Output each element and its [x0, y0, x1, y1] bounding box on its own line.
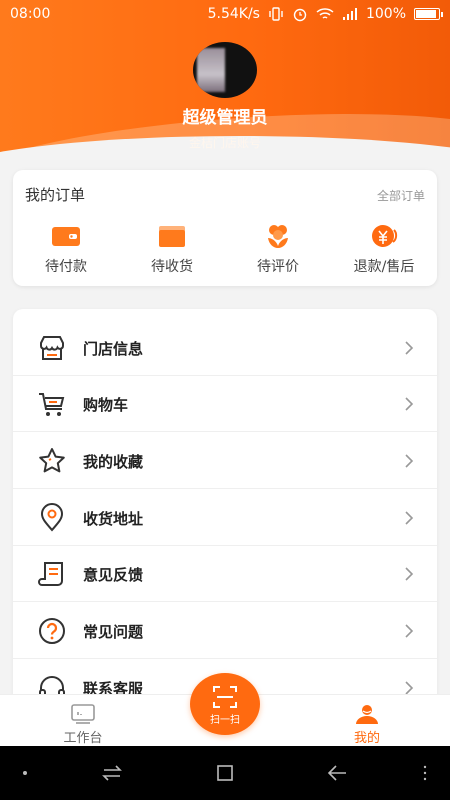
chevron-right-icon [405, 341, 414, 355]
system-nav-bar [0, 746, 450, 800]
battery-percent: 100% [365, 6, 406, 22]
dot-icon[interactable] [14, 762, 36, 784]
order-refund-aftersale[interactable]: 退款/售后 [331, 222, 437, 276]
workbench-icon [71, 704, 95, 724]
account-subtitle: 金桔门店账号 [188, 136, 261, 150]
menu-feedback-label: 意见反馈 [83, 566, 144, 584]
yen-refund-icon [372, 225, 398, 247]
chevron-right-icon [405, 454, 414, 468]
status-time: 08:00 [10, 6, 51, 22]
menu-address[interactable]: 收货地址 [13, 490, 437, 546]
order-refund-aftersale-label: 退款/售后 [353, 259, 415, 275]
tab-mine[interactable]: 我的 [292, 695, 442, 747]
menu-favorites[interactable]: 我的收藏 [13, 433, 437, 489]
menu-faq[interactable]: 常见问题 [13, 603, 437, 659]
scan-icon [213, 686, 237, 708]
location-pin-icon [40, 503, 64, 532]
vibrate-icon [269, 7, 283, 21]
menu-cart-label: 购物车 [83, 396, 129, 414]
star-icon [39, 448, 65, 473]
tab-mine-label: 我的 [353, 731, 380, 746]
switch-apps-icon[interactable] [101, 762, 123, 784]
menu-list: 门店信息 购物车 我的收藏 收货地址 意见反馈 常见问题 联系客服 [13, 309, 437, 709]
feedback-scroll-icon [38, 562, 63, 586]
package-icon [159, 226, 185, 247]
scan-label: 扫一扫 [210, 715, 240, 726]
question-icon [39, 618, 65, 644]
menu-faq-label: 常见问题 [83, 623, 144, 641]
order-pending-payment-label: 待付款 [45, 259, 87, 275]
order-pending-review[interactable]: 待评价 [225, 222, 331, 276]
menu-feedback[interactable]: 意见反馈 [13, 546, 437, 602]
my-orders-title: 我的订单 [25, 186, 86, 204]
my-orders-card: 我的订单 全部订单 待付款 待收货 待评价 退款/售后 [13, 170, 437, 286]
chevron-right-icon [405, 567, 414, 581]
username: 超级管理员 [182, 108, 268, 128]
wallet-icon [52, 227, 80, 246]
order-pending-review-label: 待评价 [257, 259, 299, 275]
alarm-icon [293, 8, 307, 22]
chevron-right-icon [405, 397, 414, 411]
back-icon[interactable] [326, 762, 348, 784]
order-pending-payment[interactable]: 待付款 [13, 222, 119, 276]
flower-icon [268, 225, 288, 248]
signal-icon [342, 8, 357, 20]
order-pending-receipt-label: 待收货 [151, 259, 193, 275]
home-square-icon[interactable] [214, 762, 236, 784]
profile-page: 08:00 5.54K/s 100% 超级管理员 金桔门店账号 我的订单 全部订… [0, 0, 450, 800]
chevron-right-icon [405, 511, 414, 525]
order-pending-receipt[interactable]: 待收货 [119, 222, 225, 276]
menu-dots-icon[interactable] [414, 762, 436, 784]
person-icon [356, 705, 378, 724]
tab-workbench[interactable]: 工作台 [8, 695, 158, 747]
scan-button[interactable]: 扫一扫 [190, 673, 260, 735]
menu-cart[interactable]: 购物车 [13, 376, 437, 432]
status-bar: 08:00 5.54K/s 100% [0, 0, 450, 28]
menu-favorites-label: 我的收藏 [83, 453, 144, 471]
menu-store-info[interactable]: 门店信息 [13, 320, 437, 376]
store-icon [40, 336, 64, 360]
battery-icon [414, 8, 443, 20]
tab-workbench-label: 工作台 [63, 731, 103, 746]
wifi-icon [316, 8, 334, 19]
avatar[interactable] [193, 42, 257, 98]
all-orders-link[interactable]: 全部订单 [377, 187, 425, 204]
chevron-right-icon [405, 624, 414, 638]
menu-store-info-label: 门店信息 [83, 340, 144, 358]
cart-icon [39, 393, 65, 416]
network-speed: 5.54K/s [207, 6, 260, 22]
menu-address-label: 收货地址 [83, 510, 144, 528]
